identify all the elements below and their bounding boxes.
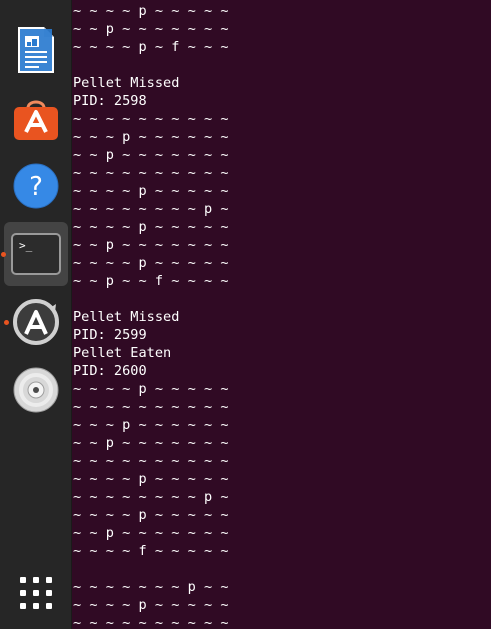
- terminal-line: ~ ~ ~ ~ p ~ ~ ~ ~ ~: [73, 3, 229, 19]
- running-indicator: [4, 320, 9, 325]
- software-updater-icon: [13, 299, 59, 345]
- terminal-line: ~ ~ ~ ~ p ~ ~ ~ ~ ~: [73, 183, 229, 199]
- help-icon: ?: [13, 163, 59, 209]
- software-store-icon: [14, 100, 58, 140]
- dock-item-disc[interactable]: [4, 358, 68, 422]
- dock-item-partial[interactable]: [4, 0, 68, 8]
- svg-text:?: ?: [29, 172, 43, 202]
- svg-text:>_: >_: [19, 239, 33, 252]
- terminal-line: ~ ~ ~ ~ p ~ ~ ~ ~ ~: [73, 255, 229, 271]
- terminal-line: ~ ~ ~ ~ ~ ~ ~ ~ p ~: [73, 201, 229, 217]
- terminal-line: ~ ~ ~ p ~ ~ ~ ~ ~ ~: [73, 129, 229, 145]
- writer-icon: [18, 27, 54, 73]
- terminal-line: ~ ~ ~ ~ ~ ~ ~ ~ p ~: [73, 489, 229, 505]
- terminal-line: ~ ~ p ~ ~ ~ ~ ~ ~ ~: [73, 525, 229, 541]
- terminal-line: ~ ~ ~ ~ ~ ~ ~ ~ ~ ~: [73, 453, 229, 469]
- terminal-line: ~ ~ p ~ ~ ~ ~ ~ ~ ~: [73, 21, 229, 37]
- terminal-line: ~ ~ ~ ~ p ~ ~ ~ ~ ~: [73, 471, 229, 487]
- terminal-line: ~ ~ ~ ~ ~ ~ ~ ~ ~ ~: [73, 399, 229, 415]
- dock-item-software[interactable]: [4, 86, 68, 150]
- terminal-line: ~ ~ ~ ~ ~ ~ ~ ~ ~ ~: [73, 111, 229, 127]
- dock-item-writer[interactable]: [4, 18, 68, 82]
- terminal-output[interactable]: ~ ~ ~ ~ p ~ ~ ~ ~ ~ ~ ~ p ~ ~ ~ ~ ~ ~ ~ ~ …: [73, 0, 491, 629]
- dock-item-updater[interactable]: [4, 290, 68, 354]
- dock-item-show-apps[interactable]: [4, 561, 68, 625]
- terminal-line: ~ ~ ~ ~ p ~ ~ ~ ~ ~: [73, 381, 229, 397]
- terminal-line: PID: 2598: [73, 93, 147, 109]
- terminal-line: Pellet Eaten: [73, 345, 172, 361]
- dock-item-help[interactable]: ?: [4, 154, 68, 218]
- terminal-line: PID: 2599: [73, 327, 147, 343]
- terminal-line: ~ ~ ~ ~ p ~ ~ ~ ~ ~: [73, 597, 229, 613]
- terminal-line: ~ ~ ~ ~ p ~ f ~ ~ ~: [73, 39, 229, 55]
- terminal-line: PID: 2600: [73, 363, 147, 379]
- dock: ? >_: [0, 0, 72, 629]
- terminal-line: ~ ~ ~ ~ ~ ~ ~ ~ ~ ~: [73, 615, 229, 629]
- terminal-line: ~ ~ p ~ ~ ~ ~ ~ ~ ~: [73, 237, 229, 253]
- terminal-line: Pellet Missed: [73, 75, 180, 91]
- terminal-line: ~ ~ p ~ ~ ~ ~ ~ ~ ~: [73, 147, 229, 163]
- optical-disc-icon: [13, 367, 59, 413]
- terminal-line: ~ ~ p ~ ~ f ~ ~ ~ ~: [73, 273, 229, 289]
- running-indicator: [1, 252, 6, 257]
- terminal-line: ~ ~ ~ p ~ ~ ~ ~ ~ ~: [73, 417, 229, 433]
- show-apps-icon: [20, 577, 52, 609]
- terminal-line: ~ ~ ~ ~ p ~ ~ ~ ~ ~: [73, 507, 229, 523]
- terminal-icon: >_: [11, 233, 61, 275]
- terminal-line: ~ ~ ~ ~ ~ ~ ~ ~ ~ ~: [73, 165, 229, 181]
- dock-item-terminal[interactable]: >_: [1, 222, 68, 286]
- terminal-line: ~ ~ p ~ ~ ~ ~ ~ ~ ~: [73, 435, 229, 451]
- terminal-line: ~ ~ ~ ~ p ~ ~ ~ ~ ~: [73, 219, 229, 235]
- terminal-line: Pellet Missed: [73, 309, 180, 325]
- terminal-line: ~ ~ ~ ~ f ~ ~ ~ ~ ~: [73, 543, 229, 559]
- terminal-line: ~ ~ ~ ~ ~ ~ ~ p ~ ~: [73, 579, 229, 595]
